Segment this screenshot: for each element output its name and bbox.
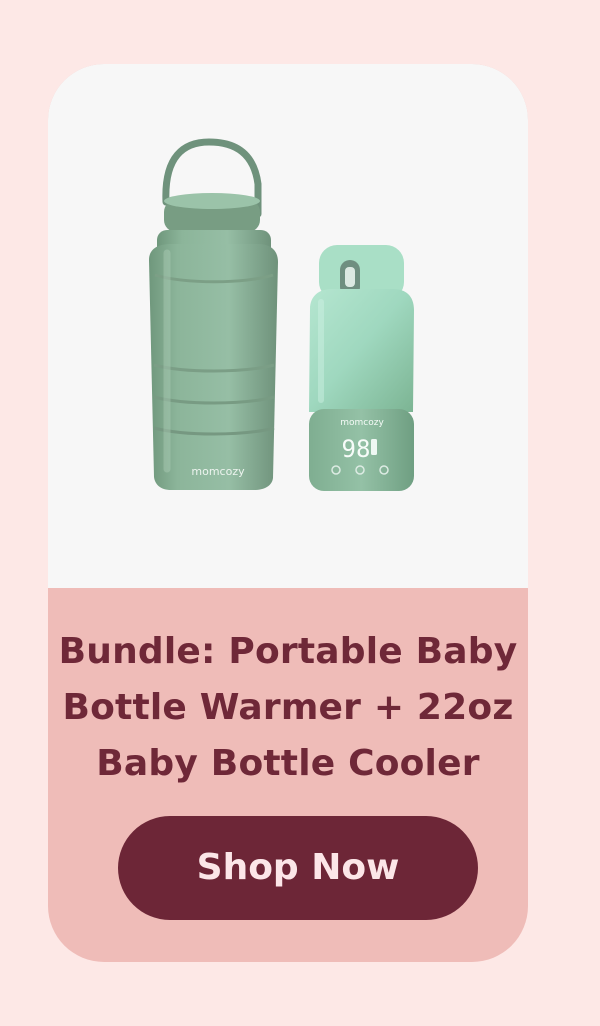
shop-now-button[interactable]: Shop Now	[118, 816, 478, 920]
product-bundle-illustration: momcozy momcozy 98	[149, 138, 414, 491]
product-image[interactable]: momcozy momcozy 98	[48, 64, 528, 588]
cooler-bottle: momcozy	[149, 193, 278, 490]
product-card[interactable]: momcozy momcozy 98 Bundle: Portable Baby…	[48, 64, 528, 962]
warmer-brand-label: momcozy	[340, 418, 384, 428]
cooler-brand-label: momcozy	[191, 465, 245, 478]
product-title: Bundle: Portable Baby Bottle Warmer + 22…	[58, 631, 518, 784]
warmer-bottle: momcozy 98	[309, 245, 414, 491]
warmer-temperature-display: 98	[342, 435, 371, 463]
